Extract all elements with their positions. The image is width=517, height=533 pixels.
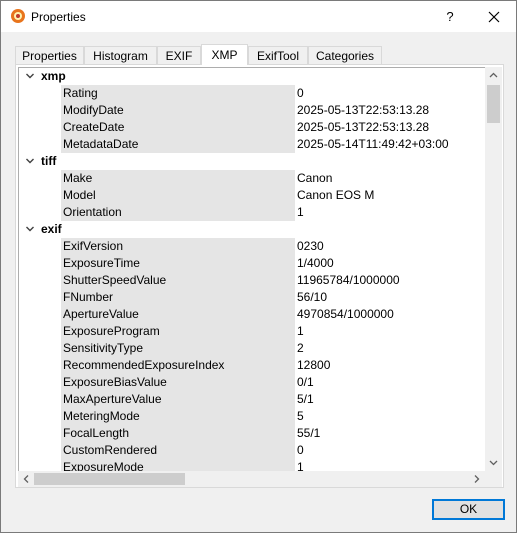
property-row[interactable]: FNumber 56/10 [19, 289, 485, 306]
property-value: 56/10 [297, 290, 328, 304]
property-name: MeteringMode [61, 408, 295, 425]
property-row[interactable]: MetadataDate 2025-05-14T11:49:42+03:00 [19, 136, 485, 153]
property-row[interactable]: ExposureBiasValue 0/1 [19, 374, 485, 391]
property-row[interactable]: RecommendedExposureIndex 12800 [19, 357, 485, 374]
close-icon [488, 11, 500, 23]
xmp-panel: xmp Rating 0 ModifyDate 2025-05-13T22:53:13.… [15, 64, 504, 488]
metadata-tree[interactable]: xmp Rating 0 ModifyDate 2025-05-13T22:53:13.… [18, 67, 486, 471]
property-value: 2 [297, 341, 304, 355]
property-row[interactable]: ExposureTime 1/4000 [19, 255, 485, 272]
property-name: ExposureProgram [61, 323, 295, 340]
property-value: 0230 [297, 239, 324, 253]
group-exif[interactable]: exif [19, 221, 485, 238]
scroll-left-icon[interactable] [18, 471, 34, 487]
chevron-down-icon[interactable] [25, 221, 35, 238]
horizontal-scroll-thumb[interactable] [34, 473, 185, 485]
property-row[interactable]: ExifVersion 0230 [19, 238, 485, 255]
property-name: ShutterSpeedValue [61, 272, 295, 289]
property-row[interactable]: CreateDate 2025-05-13T22:53:13.28 [19, 119, 485, 136]
property-value: Canon EOS M [297, 188, 375, 202]
property-row[interactable]: MaxApertureValue 5/1 [19, 391, 485, 408]
tab-exiftool[interactable]: ExifTool [248, 46, 308, 64]
property-row[interactable]: MeteringMode 5 [19, 408, 485, 425]
property-value: 5/1 [297, 392, 314, 406]
group-tiff[interactable]: tiff [19, 153, 485, 170]
property-value: 0 [297, 86, 304, 100]
tab-categories[interactable]: Categories [308, 46, 382, 64]
tab-xmp[interactable]: XMP [201, 44, 248, 65]
property-value: 1/4000 [297, 256, 334, 270]
chevron-down-icon[interactable] [25, 68, 35, 85]
property-row[interactable]: Make Canon [19, 170, 485, 187]
property-name: SensitivityType [61, 340, 295, 357]
property-row[interactable]: SensitivityType 2 [19, 340, 485, 357]
property-row[interactable]: Orientation 1 [19, 204, 485, 221]
property-name: FNumber [61, 289, 295, 306]
chevron-down-icon[interactable] [25, 153, 35, 170]
property-value: 0 [297, 443, 304, 457]
window-title: Properties [31, 10, 86, 24]
scroll-up-icon[interactable] [485, 67, 502, 84]
scrollbar-corner [485, 471, 502, 487]
property-name: Make [61, 170, 295, 187]
tab-properties[interactable]: Properties [15, 46, 84, 64]
scroll-right-icon[interactable] [469, 471, 485, 487]
close-button[interactable] [479, 1, 509, 32]
property-value: 55/1 [297, 426, 321, 440]
group-name: exif [41, 222, 62, 236]
group-xmp[interactable]: xmp [19, 68, 485, 85]
property-name: Orientation [61, 204, 295, 221]
horizontal-scrollbar[interactable] [18, 471, 485, 487]
property-row[interactable]: ModifyDate 2025-05-13T22:53:13.28 [19, 102, 485, 119]
ok-button[interactable]: OK [432, 499, 505, 520]
property-name: RecommendedExposureIndex [61, 357, 295, 374]
property-row[interactable]: CustomRendered 0 [19, 442, 485, 459]
property-name: ExposureMode [61, 459, 295, 471]
property-name: ExifVersion [61, 238, 295, 255]
property-value: 5 [297, 409, 304, 423]
property-value: 2025-05-13T22:53:13.28 [297, 103, 430, 117]
property-value: 12800 [297, 358, 331, 372]
property-name: CustomRendered [61, 442, 295, 459]
property-row[interactable]: ApertureValue 4970854/1000000 [19, 306, 485, 323]
scroll-down-icon[interactable] [485, 454, 502, 471]
property-value: 11965784/1000000 [297, 273, 400, 287]
property-name: CreateDate [61, 119, 295, 136]
property-row[interactable]: Model Canon EOS M [19, 187, 485, 204]
group-name: tiff [41, 154, 57, 168]
property-name: MetadataDate [61, 136, 295, 153]
property-value: 1 [297, 460, 304, 471]
property-name: ExposureBiasValue [61, 374, 295, 391]
property-name: ExposureTime [61, 255, 295, 272]
property-name: ModifyDate [61, 102, 295, 119]
property-row[interactable]: ShutterSpeedValue 11965784/1000000 [19, 272, 485, 289]
vertical-scroll-thumb[interactable] [487, 85, 500, 123]
property-row[interactable]: ExposureProgram 1 [19, 323, 485, 340]
property-value: 1 [297, 205, 304, 219]
property-value: 2025-05-14T11:49:42+03:00 [297, 137, 449, 151]
property-value: 2025-05-13T22:53:13.28 [297, 120, 430, 134]
property-row[interactable]: FocalLength 55/1 [19, 425, 485, 442]
property-row[interactable]: ExposureMode 1 [19, 459, 485, 471]
tab-exif[interactable]: EXIF [157, 46, 201, 64]
property-name: Rating [61, 85, 295, 102]
property-value: Canon [297, 171, 333, 185]
property-value: 0/1 [297, 375, 314, 389]
property-value: 4970854/1000000 [297, 307, 394, 321]
title-bar: Properties ? [1, 1, 516, 32]
vertical-scrollbar[interactable] [485, 67, 502, 471]
property-name: ApertureValue [61, 306, 295, 323]
group-name: xmp [41, 69, 66, 83]
property-name: MaxApertureValue [61, 391, 295, 408]
property-row[interactable]: Rating 0 [19, 85, 485, 102]
property-name: Model [61, 187, 295, 204]
properties-dialog: Properties ? Properties Histogram EXIF X… [0, 0, 517, 533]
property-value: 1 [297, 324, 304, 338]
tab-histogram[interactable]: Histogram [84, 46, 157, 64]
help-button[interactable]: ? [436, 1, 464, 32]
property-name: FocalLength [61, 425, 295, 442]
app-logo-icon [11, 9, 25, 23]
